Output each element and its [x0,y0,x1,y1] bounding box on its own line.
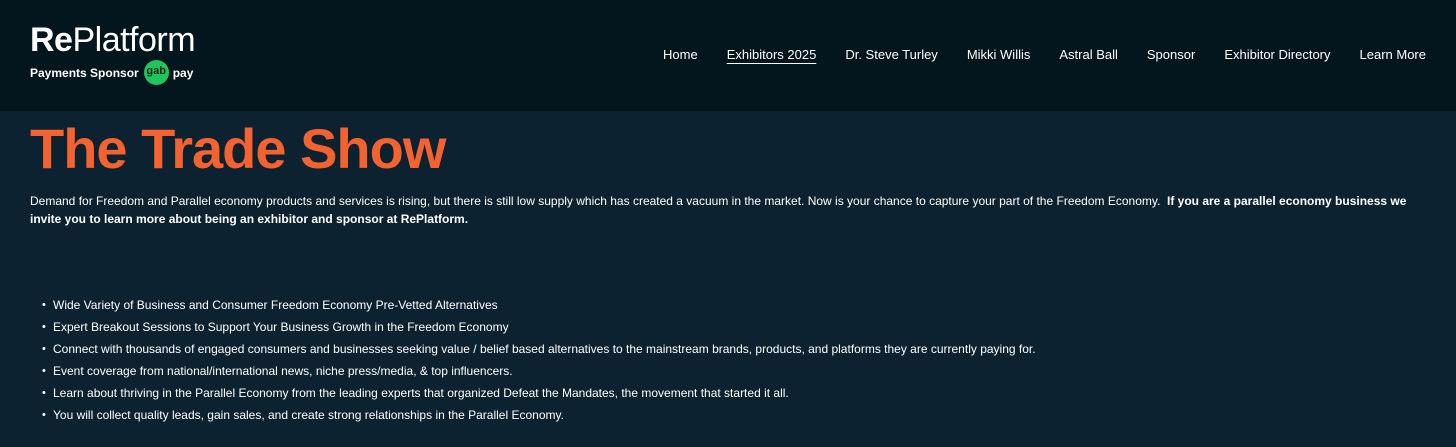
gab-logo-icon: gab [143,60,169,85]
nav-exhibitors-2025[interactable]: Exhibitors 2025 [727,47,817,62]
page-title: The Trade Show [30,117,446,180]
site-header: RePlatform Payments Sponsor gab pay Home… [0,0,1456,111]
intro-text: Demand for Freedom and Parallel economy … [30,194,1161,208]
intro-paragraph: Demand for Freedom and Parallel economy … [30,192,1430,228]
logo-re: Re [30,21,73,59]
nav-learn-more[interactable]: Learn More [1360,47,1426,62]
list-item: Learn about thriving in the Parallel Eco… [42,382,1426,404]
payments-sponsor: Payments Sponsor gab pay [30,60,195,85]
replatform-logo[interactable]: RePlatform Payments Sponsor gab pay [30,21,196,85]
nav-astral-ball[interactable]: Astral Ball [1059,47,1118,62]
feature-list: Wide Variety of Business and Consumer Fr… [30,294,1426,426]
nav-dr-steve-turley[interactable]: Dr. Steve Turley [845,47,937,62]
logo-wordmark: RePlatform [30,21,196,59]
list-item: Event coverage from national/internation… [42,360,1426,382]
list-item: Wide Variety of Business and Consumer Fr… [42,294,1426,316]
main-nav: Home Exhibitors 2025 Dr. Steve Turley Mi… [663,47,1426,62]
sponsor-label: Payments Sponsor [30,65,139,80]
list-item: You will collect quality leads, gain sal… [42,404,1426,426]
list-item: Expert Breakout Sessions to Support Your… [42,316,1426,338]
nav-sponsor[interactable]: Sponsor [1147,47,1195,62]
nav-home[interactable]: Home [663,47,698,62]
nav-mikki-willis[interactable]: Mikki Willis [967,47,1031,62]
main-content: The Trade Show Demand for Freedom and Pa… [0,111,1456,427]
nav-exhibitor-directory[interactable]: Exhibitor Directory [1224,47,1330,62]
pay-text: pay [172,65,194,80]
list-item: Connect with thousands of engaged consum… [42,338,1426,360]
logo-platform: Platform [72,21,196,59]
